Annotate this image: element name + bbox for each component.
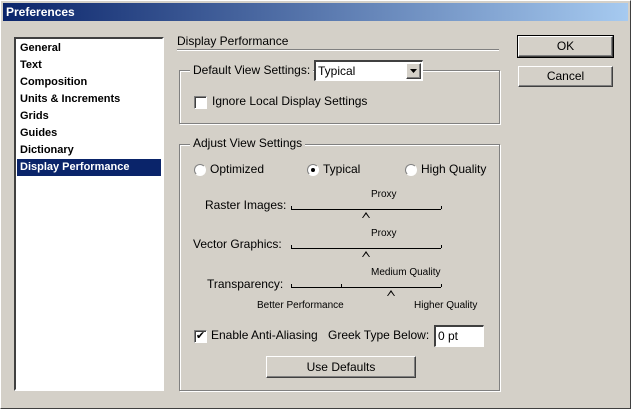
transparency-tick [291,284,292,287]
radio-high-quality-label: High Quality [421,162,487,176]
default-view-label: Default View Settings: [190,63,314,77]
ok-button[interactable]: OK [517,35,614,58]
panel-title: Display Performance [177,34,289,48]
vector-graphics-label: Vector Graphics: [193,237,282,251]
transparency-value-label: Medium Quality [371,267,441,278]
title-bar[interactable]: Preferences [3,3,628,21]
raster-value-label: Proxy [371,189,397,200]
vector-slider-track[interactable] [291,248,441,249]
anti-aliasing-checkbox[interactable]: ✔ [194,330,207,343]
transparency-slider-thumb[interactable] [387,290,395,296]
greek-type-label: Greek Type Below: [328,328,430,342]
raster-images-label: Raster Images: [205,198,287,212]
category-item-text[interactable]: Text [17,57,161,74]
category-item-general[interactable]: General [17,40,161,57]
radio-selected-dot [311,168,315,172]
cancel-button[interactable]: Cancel [518,66,613,87]
ignore-local-checkbox[interactable] [194,96,207,109]
transparency-tick [441,284,442,287]
radio-optimized-label: Optimized [210,162,265,176]
vector-tick [291,245,292,248]
anti-aliasing-label: Enable Anti-Aliasing [211,328,318,342]
transparency-tick [341,284,342,287]
radio-optimized[interactable] [194,164,206,176]
transparency-label: Transparency: [207,277,284,291]
default-view-select[interactable]: Typical [314,60,423,81]
raster-tick [291,206,292,209]
radio-high-quality[interactable] [405,164,417,176]
raster-slider-track[interactable] [291,209,441,210]
chevron-down-icon [410,69,417,73]
category-item-display-performance[interactable]: Display Performance [17,159,161,176]
vector-tick [441,245,442,248]
transparency-slider-track[interactable] [291,287,441,288]
title-divider [177,49,499,51]
raster-slider-thumb[interactable] [362,212,370,218]
category-item-composition[interactable]: Composition [17,74,161,91]
category-item-guides[interactable]: Guides [17,125,161,142]
raster-tick [441,206,442,209]
dropdown-button[interactable] [406,63,421,79]
category-item-dictionary[interactable]: Dictionary [17,142,161,159]
check-icon: ✔ [195,330,206,342]
adjust-view-label: Adjust View Settings [190,136,306,150]
adjust-view-group [179,144,500,391]
ignore-local-label: Ignore Local Display Settings [212,94,368,108]
scale-left-label: Better Performance [257,300,344,311]
category-item-grids[interactable]: Grids [17,108,161,125]
category-list[interactable]: General Text Composition Units & Increme… [14,37,164,391]
scale-right-label: Higher Quality [414,300,478,311]
radio-typical-label: Typical [323,162,361,176]
vector-slider-thumb[interactable] [362,251,370,257]
radio-typical[interactable] [307,164,319,176]
category-item-units-increments[interactable]: Units & Increments [17,91,161,108]
vector-value-label: Proxy [371,228,397,239]
default-view-value: Typical [318,64,356,78]
preferences-dialog: Preferences General Text Composition Uni… [0,0,631,409]
dialog-title: Preferences [6,5,75,19]
greek-type-input[interactable]: 0 pt [434,325,484,347]
use-defaults-button[interactable]: Use Defaults [266,356,416,378]
